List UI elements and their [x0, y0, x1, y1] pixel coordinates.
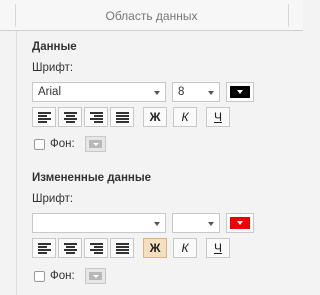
- data-underline-button[interactable]: Ч: [206, 107, 230, 127]
- header-divider: [288, 4, 289, 27]
- changed-align-left-button[interactable]: [32, 238, 56, 258]
- data-align-right-button[interactable]: [84, 107, 108, 127]
- changed-italic-button[interactable]: К: [173, 238, 197, 258]
- changed-align-justify-button[interactable]: [110, 238, 134, 258]
- changed-fill-checkbox[interactable]: [34, 271, 45, 282]
- changed-underline-button[interactable]: Ч: [206, 238, 230, 258]
- chevron-down-icon: [93, 143, 99, 146]
- align-center-icon: [64, 243, 77, 254]
- chevron-down-icon: [93, 275, 99, 278]
- changed-fill-color-button[interactable]: [85, 268, 106, 284]
- data-italic-button[interactable]: К: [173, 107, 197, 127]
- changed-bold-button[interactable]: Ж: [143, 238, 167, 258]
- data-section-heading: Данные: [32, 41, 77, 53]
- data-font-name-select[interactable]: Arial: [32, 82, 166, 102]
- chevron-down-icon: [208, 91, 214, 95]
- data-align-justify-button[interactable]: [110, 107, 134, 127]
- data-font-size-value: 8: [178, 86, 185, 98]
- panel-body: Данные Шрифт: Arial 8 Ж К Ч Фон: Изменен…: [16, 31, 303, 295]
- data-align-center-button[interactable]: [58, 107, 82, 127]
- chevron-down-icon: [154, 91, 160, 95]
- chevron-down-icon: [237, 90, 243, 94]
- chevron-down-icon: [208, 222, 214, 226]
- changed-font-color-button[interactable]: [226, 213, 254, 233]
- chevron-down-icon: [154, 222, 160, 226]
- changed-fill-label: Фон:: [50, 270, 75, 282]
- align-justify-icon: [116, 112, 129, 123]
- changed-font-label: Шрифт:: [32, 193, 74, 205]
- align-center-icon: [64, 112, 77, 123]
- align-justify-icon: [116, 243, 129, 254]
- data-font-size-select[interactable]: 8: [172, 82, 220, 102]
- data-fill-checkbox[interactable]: [34, 139, 45, 150]
- data-fill-label: Фон:: [50, 138, 75, 150]
- changed-font-size-select[interactable]: [172, 213, 220, 233]
- data-bold-button[interactable]: Ж: [143, 107, 167, 127]
- align-left-icon: [38, 112, 51, 123]
- changed-align-center-button[interactable]: [58, 238, 82, 258]
- data-font-name-value: Arial: [38, 86, 62, 98]
- align-right-icon: [90, 112, 103, 123]
- data-font-color-button[interactable]: [226, 82, 254, 102]
- changed-align-right-button[interactable]: [84, 238, 108, 258]
- data-fill-color-button[interactable]: [85, 136, 106, 152]
- data-align-left-button[interactable]: [32, 107, 56, 127]
- changed-section-heading: Измененные данные: [32, 172, 152, 184]
- panel-title: Область данных: [105, 9, 198, 23]
- align-left-icon: [38, 243, 51, 254]
- panel-header: Область данных: [0, 0, 303, 31]
- changed-font-name-select[interactable]: [32, 213, 166, 233]
- align-right-icon: [90, 243, 103, 254]
- chevron-down-icon: [237, 221, 243, 225]
- data-font-label: Шрифт:: [32, 62, 74, 74]
